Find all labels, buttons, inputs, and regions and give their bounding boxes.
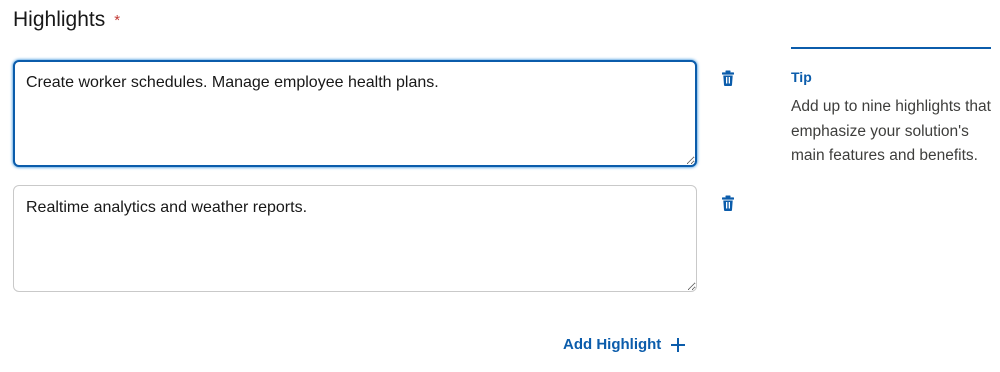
section-heading: Highlights *: [13, 8, 120, 32]
plus-icon: [671, 337, 686, 352]
section-title: Highlights: [13, 8, 106, 31]
add-highlight-button[interactable]: Add Highlight: [563, 336, 686, 353]
required-indicator: *: [114, 12, 121, 29]
delete-highlight-2-button[interactable]: [721, 195, 735, 211]
trash-icon: [722, 70, 734, 86]
tip-body: Add up to nine highlights that emphasize…: [791, 98, 991, 164]
tip-panel: Tip Add up to nine highlights that empha…: [791, 47, 991, 169]
trash-icon: [722, 195, 734, 211]
tip-title: Tip: [791, 69, 812, 85]
highlight-input-2[interactable]: [13, 185, 697, 292]
highlights-form: Highlights * Add Highlight Tip Add up to…: [0, 0, 1000, 372]
tip-divider: [791, 47, 991, 49]
add-highlight-label: Add Highlight: [563, 336, 662, 353]
delete-highlight-1-button[interactable]: [721, 70, 735, 86]
highlight-input-1[interactable]: [13, 60, 697, 167]
